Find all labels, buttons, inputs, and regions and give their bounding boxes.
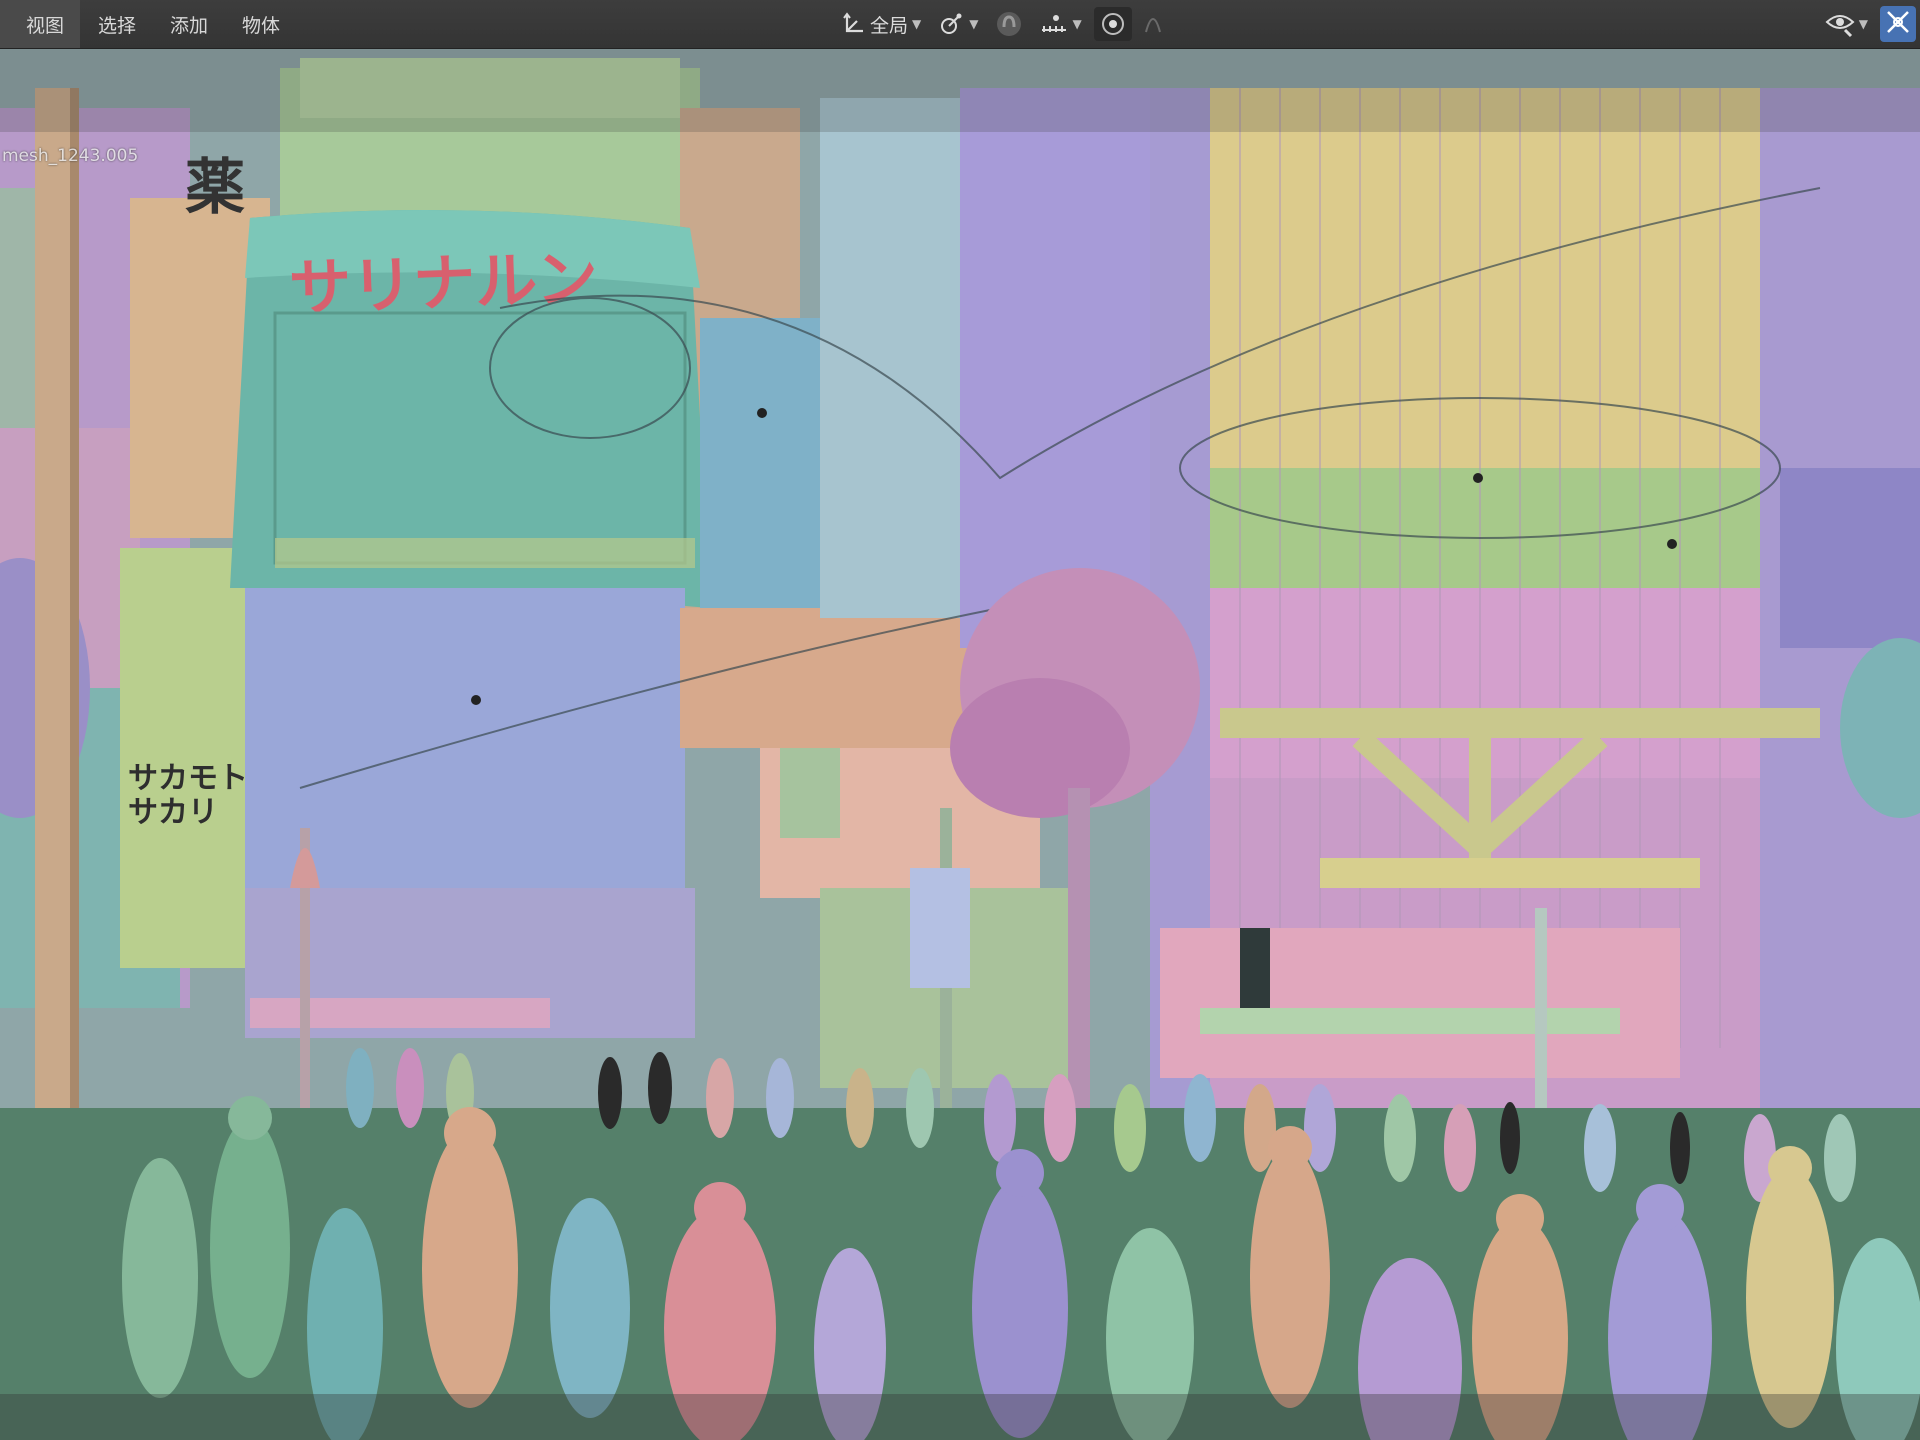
- header-menu: 视图 选择 添加 物体: [0, 0, 296, 48]
- menu-add[interactable]: 添加: [152, 0, 224, 48]
- viewport-bottom-overlay: [0, 1394, 1920, 1440]
- transform-orientation-icon: [842, 12, 866, 36]
- transform-orientation-label: 全局: [870, 14, 909, 37]
- snap-toggle[interactable]: [990, 7, 1028, 41]
- chevron-down-icon: ▼: [969, 17, 979, 31]
- pivot-point-dropdown[interactable]: ▼: [933, 7, 984, 41]
- snap-icon: [996, 11, 1022, 37]
- pivot-icon: [939, 12, 965, 36]
- transform-orientation-dropdown[interactable]: 全局 ▼: [836, 7, 927, 41]
- visibility-icon: [1825, 10, 1855, 38]
- viewport-header-overlay: [0, 48, 1920, 132]
- scene-render: サリナルン 薬 サカモトサカリ: [0, 48, 1920, 1440]
- transform-tools: 全局 ▼ ▼ ▼: [836, 6, 1168, 42]
- chevron-down-icon: ▼: [912, 17, 922, 31]
- chevron-down-icon: ▼: [1858, 17, 1868, 31]
- blender-window: 视图 选择 添加 物体 全局 ▼ ▼ ▼ ▼ サリナルン 薬 サカモトサカリ m…: [0, 0, 1920, 1440]
- snap-increment-icon: [1040, 12, 1068, 36]
- menu-select[interactable]: 选择: [80, 0, 152, 48]
- chevron-down-icon: ▼: [1072, 17, 1082, 31]
- viewport-header: 视图 选择 添加 物体 全局 ▼ ▼ ▼ ▼: [0, 0, 1920, 49]
- menu-view[interactable]: 视图: [0, 0, 81, 48]
- viewport-right-tools: ▼: [1819, 4, 1920, 44]
- menu-object[interactable]: 物体: [224, 0, 296, 48]
- navigation-gizmo-toggle[interactable]: [1880, 6, 1916, 42]
- proportional-edit-icon: [1100, 11, 1126, 37]
- visibility-dropdown[interactable]: ▼: [1819, 7, 1874, 41]
- active-object-label: mesh_1243.005: [2, 146, 139, 166]
- proportional-edit-toggle[interactable]: [1093, 7, 1132, 41]
- kanji-sign-text: 薬: [185, 153, 245, 223]
- 3d-viewport[interactable]: サリナルン 薬 サカモトサカリ mesh_1243.005: [0, 48, 1920, 1440]
- navigation-gizmo-icon: [1884, 8, 1912, 40]
- snap-increment-dropdown[interactable]: ▼: [1034, 7, 1087, 41]
- proportional-falloff-dropdown[interactable]: [1138, 7, 1168, 41]
